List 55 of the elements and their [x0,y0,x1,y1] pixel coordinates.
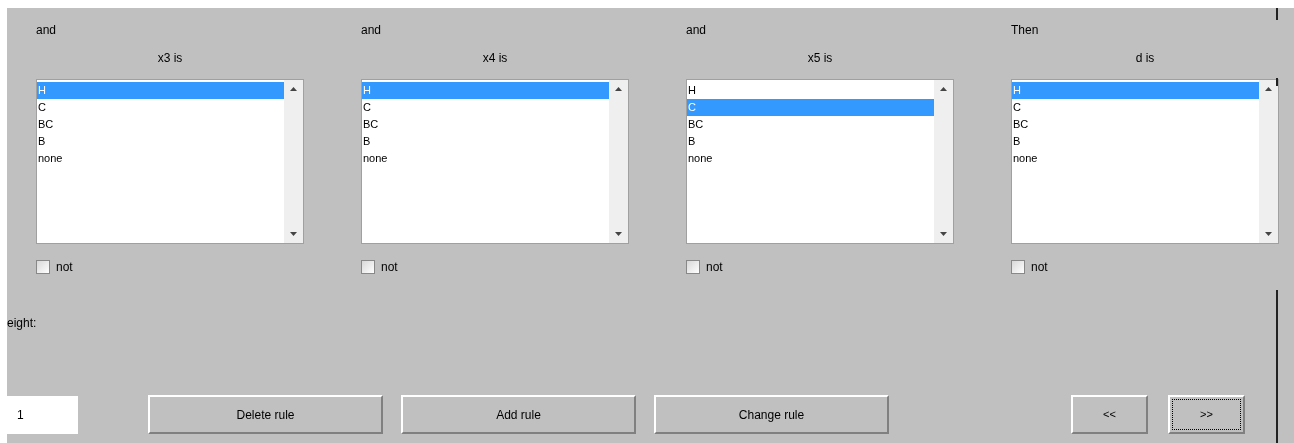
listbox[interactable]: H C BC B none [1011,79,1279,244]
variable-label: x3 is [157,51,183,65]
connector-label: and [361,23,382,37]
scroll-down-icon[interactable] [940,232,947,236]
checkbox[interactable] [36,260,50,274]
list-item[interactable]: C [37,99,284,116]
scroll-down-icon[interactable] [1265,232,1272,236]
connector-label: and [36,23,57,37]
checkbox[interactable] [1011,260,1025,274]
list-item[interactable]: none [37,150,284,167]
list-item[interactable]: BC [1012,116,1259,133]
checkbox-label: not [381,259,398,276]
weight-field[interactable]: 1 [7,395,78,434]
listbox[interactable]: H C BC B none [686,79,954,244]
connector-label: Then [1011,23,1039,37]
checkbox[interactable] [686,260,700,274]
variable-label: d is [1135,51,1155,65]
list-item[interactable]: H [687,82,934,99]
nav-button[interactable]: >> [1168,395,1245,434]
scrollbar[interactable] [284,80,303,243]
variable-label: x4 is [482,51,508,65]
list-item[interactable]: BC [37,116,284,133]
list-item[interactable]: none [362,150,609,167]
scroll-down-icon[interactable] [615,232,622,236]
scrollbar[interactable] [609,80,628,243]
list-item[interactable]: B [37,133,284,150]
list-item[interactable]: none [1012,150,1259,167]
action-button[interactable]: Change rule [654,395,889,434]
listbox[interactable]: H C BC B none [36,79,304,244]
scroll-up-icon[interactable] [940,87,947,91]
list-item[interactable]: none [687,150,934,167]
checkbox-label: not [56,259,73,276]
checkbox[interactable] [361,260,375,274]
scroll-up-icon[interactable] [1265,87,1272,91]
checkbox-label: not [1031,259,1048,276]
list-item[interactable]: B [362,133,609,150]
scroll-up-icon[interactable] [290,87,297,91]
scroll-down-icon[interactable] [290,232,297,236]
nav-button[interactable]: << [1071,395,1148,434]
weight-label: eight: [7,316,37,330]
list-item[interactable]: BC [687,116,934,133]
scrollbar[interactable] [934,80,953,243]
scroll-up-icon[interactable] [615,87,622,91]
checkbox-label: not [706,259,723,276]
connector-label: and [686,23,707,37]
scrollbar[interactable] [1259,80,1278,243]
list-item[interactable]: BC [362,116,609,133]
list-item[interactable]: C [1012,99,1259,116]
listbox[interactable]: H C BC B none [361,79,629,244]
list-item[interactable]: B [687,133,934,150]
list-item[interactable]: B [1012,133,1259,150]
variable-label: x5 is [807,51,833,65]
action-button[interactable]: Add rule [401,395,636,434]
list-item[interactable]: C [362,99,609,116]
action-button[interactable]: Delete rule [148,395,383,434]
